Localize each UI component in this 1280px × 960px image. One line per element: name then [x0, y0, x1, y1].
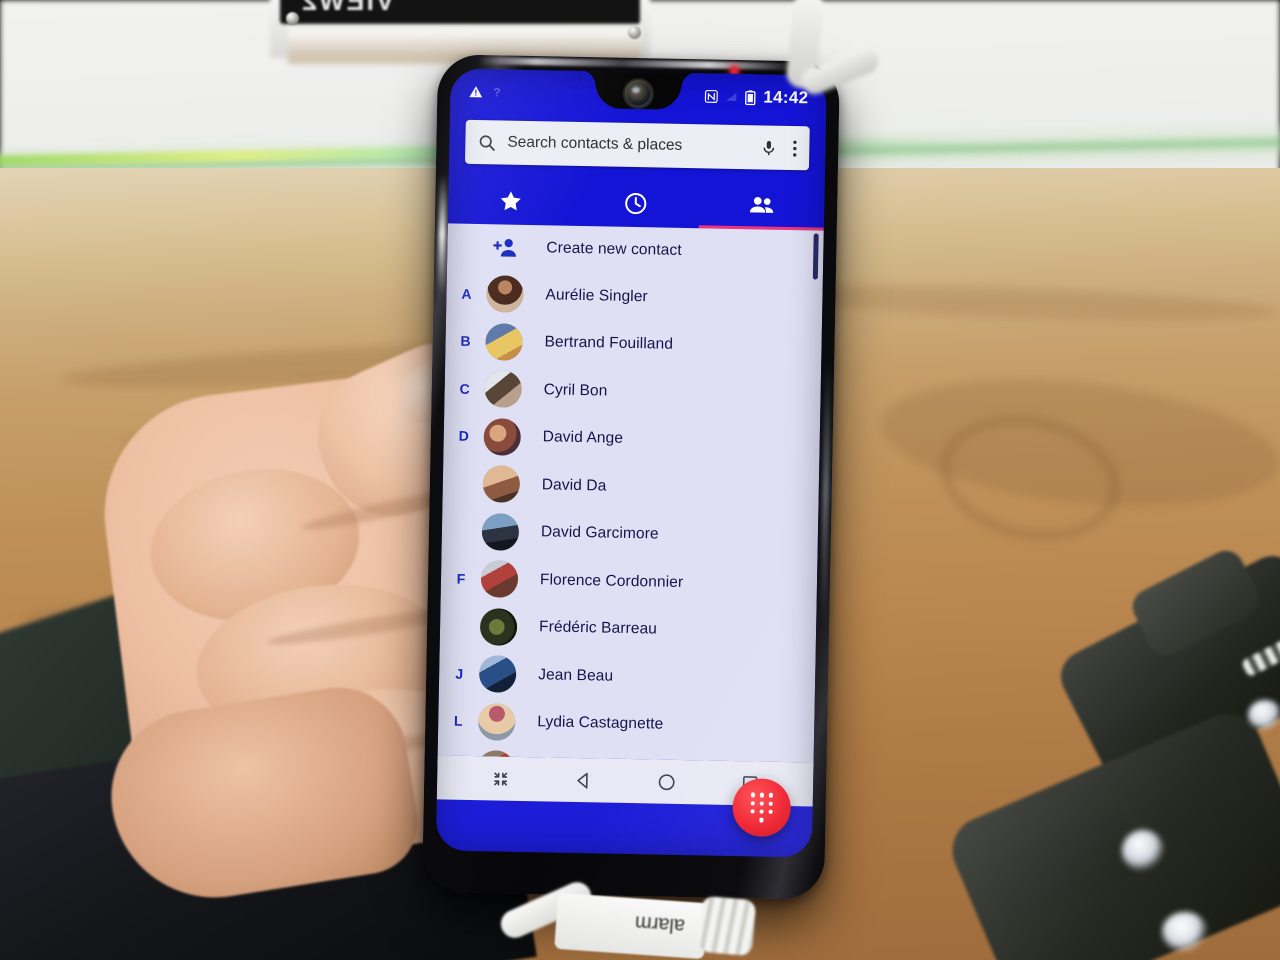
contact-row[interactable]: David Garcimore [441, 507, 818, 562]
phone-screen: ? 14:42 Search contacts & places Create … [435, 68, 827, 858]
more-vertical-icon[interactable] [788, 138, 797, 157]
back-icon[interactable] [562, 759, 605, 802]
contact-avatar [484, 370, 523, 409]
photo-scene: VIEW2 ? 14:42 Search contacts & places C… [0, 0, 1280, 960]
security-cable-coil [697, 895, 757, 957]
search-area: Search contacts & places [448, 114, 826, 183]
contact-name: Lydia Castagnette [537, 713, 664, 733]
contact-name: David Garcimore [540, 523, 659, 543]
section-letter: C [459, 380, 470, 397]
section-letter: B [460, 332, 471, 350]
section-letter [440, 626, 480, 627]
contact-avatar [479, 607, 518, 646]
contact-avatar [482, 465, 521, 504]
contact-name: Florence Cordonnier [539, 571, 684, 591]
nfc-icon [704, 89, 718, 103]
sign-screw-left [286, 12, 299, 25]
contact-row[interactable]: J Jean Beau [439, 649, 816, 704]
create-new-contact-label: Create new contact [546, 239, 682, 259]
tab-contacts[interactable] [698, 180, 824, 230]
section-letter [447, 246, 487, 247]
question-mark-icon: ? [493, 85, 501, 100]
battery-icon [744, 89, 756, 105]
person-add-icon [487, 229, 525, 267]
collapse-icon[interactable] [479, 757, 522, 800]
contact-name: Cyril Bon [543, 381, 608, 400]
sign-screw-right [628, 26, 641, 39]
contact-row[interactable]: A Aurélie Singler [446, 269, 823, 324]
dialpad-fab[interactable] [732, 778, 792, 838]
tab-favorites[interactable] [448, 175, 574, 225]
contact-avatar [480, 560, 519, 599]
smartphone: ? 14:42 Search contacts & places Create … [421, 54, 841, 900]
display-sign-text: VIEW2 [300, 0, 395, 16]
people-icon [748, 194, 775, 217]
status-bar-clock: 14:42 [763, 87, 809, 108]
section-letter: A [461, 285, 472, 302]
home-icon[interactable] [645, 760, 688, 803]
microphone-icon[interactable] [760, 138, 777, 157]
contact-name: Bertrand Fouilland [544, 333, 674, 354]
contact-row[interactable]: David Da [442, 459, 819, 514]
search-icon [477, 132, 496, 151]
contact-avatar [478, 655, 517, 694]
phone-edge-highlight [820, 361, 832, 622]
contact-name: Aurélie Singler [545, 286, 648, 306]
contact-rows: A Aurélie Singler B Bertrand Fouilland C Cyri… [438, 269, 823, 763]
contact-name: David Ange [542, 428, 624, 448]
camera-glint [631, 86, 640, 94]
status-bar: ? 14:42 [449, 68, 827, 122]
warning-triangle-icon [468, 85, 483, 99]
section-letter: L [453, 712, 463, 730]
contact-row[interactable]: B Bertrand Fouilland [445, 317, 822, 372]
wood-grain [759, 278, 1280, 328]
contact-avatar [485, 322, 523, 361]
contact-row[interactable]: F Florence Cordonnier [441, 554, 818, 609]
tab-recents[interactable] [573, 178, 699, 228]
contact-avatar [486, 275, 524, 314]
status-bar-left: ? [468, 85, 501, 100]
section-letter: J [455, 665, 464, 682]
contact-name: Jean Beau [538, 666, 614, 685]
specular-highlight [1122, 830, 1164, 872]
search-bar[interactable]: Search contacts & places [464, 119, 810, 171]
dialpad-icon [750, 792, 774, 823]
search-input[interactable]: Search contacts & places [507, 134, 749, 157]
contact-avatar [483, 417, 522, 456]
display-notch [595, 70, 682, 110]
contact-row[interactable]: Frédéric Barreau [440, 602, 817, 657]
status-bar-right: 14:42 [704, 86, 808, 108]
contact-avatar [477, 702, 516, 741]
tab-bar [447, 175, 825, 231]
list-scrollbar[interactable] [812, 233, 819, 280]
contact-row[interactable]: C Cyril Bon [444, 364, 821, 419]
contact-name: David Da [541, 476, 607, 495]
signal-icon [725, 91, 737, 103]
section-letter: F [456, 570, 466, 587]
create-new-contact-row[interactable]: Create new contact [447, 223, 824, 276]
contact-name: Frédéric Barreau [538, 618, 658, 638]
specular-highlight [1162, 912, 1208, 952]
front-camera [624, 79, 653, 108]
specular-highlight [1248, 700, 1280, 730]
section-letter: D [458, 427, 469, 445]
section-letter [442, 531, 482, 532]
contact-row[interactable]: D David Ange [443, 412, 820, 467]
phone-edge-highlight [437, 174, 447, 295]
contact-avatar [481, 512, 520, 551]
contact-row[interactable]: L Lydia Castagnette [438, 697, 815, 752]
contact-list[interactable]: Create new contact A Aurélie Singler B Bert… [437, 223, 824, 763]
section-letter [443, 483, 483, 484]
star-icon [498, 188, 523, 213]
clock-icon [624, 190, 649, 215]
